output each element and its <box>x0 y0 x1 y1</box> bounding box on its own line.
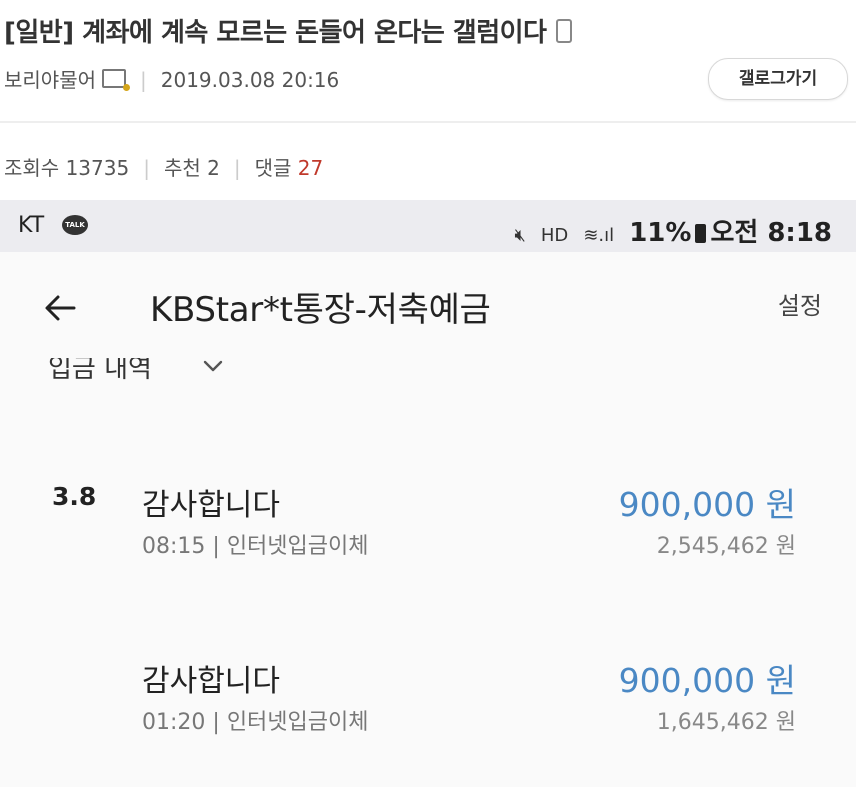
battery-percent: 11% <box>629 218 692 248</box>
comments-count[interactable]: 27 <box>298 156 323 180</box>
hd-icon: HD <box>540 225 569 246</box>
transaction-date: 3.8 <box>52 482 97 511</box>
transaction-type: 인터넷입금이체 <box>226 710 369 735</box>
transaction-row[interactable]: 감사합니다 01:20 | 인터넷입금이체 900,000 원 1,645,46… <box>0 658 856 748</box>
header-divider <box>0 121 856 123</box>
transaction-amount: 900,000 원 <box>618 661 796 700</box>
post-date: 2019.03.08 20:16 <box>160 68 340 92</box>
post-title[interactable]: [일반] 계좌에 계속 모르는 돈들어 온다는 갤럼이다 <box>4 12 573 49</box>
status-right-group: 🔇︎ HD ≋.ıl 11% 오전 8:18 <box>514 212 832 249</box>
carrier-label: KT <box>18 213 45 238</box>
post-header: [일반] 계좌에 계속 모르는 돈들어 온다는 갤럼이다 보리야물어 | 2019.… <box>0 0 856 122</box>
transaction-name: 감사합니다 <box>142 664 280 699</box>
comments-label[interactable]: 댓글 <box>255 156 292 180</box>
recommend-count: 2 <box>207 156 220 180</box>
transaction-name: 감사합니다 <box>142 488 280 523</box>
views-count: 13735 <box>65 156 130 180</box>
transaction-time: 01:20 <box>142 710 206 735</box>
transaction-balance: 2,545,462 원 <box>656 534 796 559</box>
transaction-type: 인터넷입금이체 <box>226 534 369 559</box>
deposit-filter[interactable]: 입금 내역 <box>48 358 348 388</box>
wifi-signal-icon: ≋.ıl <box>583 225 615 246</box>
transaction-balance: 1,645,462 원 <box>656 710 796 735</box>
status-bar: KT TALK 🔇︎ HD ≋.ıl 11% 오전 8:18 <box>0 200 856 252</box>
talk-icon: TALK <box>62 215 88 235</box>
transaction-row[interactable]: 3.8 감사합니다 08:15 | 인터넷입금이체 900,000 원 2,54… <box>0 482 856 572</box>
phone-screenshot: KT TALK 🔇︎ HD ≋.ıl 11% 오전 8:18 KBStar*t통장… <box>0 200 856 787</box>
author-name[interactable]: 보리야물어 <box>4 68 96 92</box>
stats-separator: | <box>143 156 150 180</box>
back-arrow-icon[interactable] <box>40 288 80 328</box>
mute-icon: 🔇︎ <box>514 225 526 246</box>
user-badge-icon <box>102 69 130 91</box>
post-stats: 조회수 13735 | 추천 2 | 댓글 27 <box>4 152 323 181</box>
meta-separator: | <box>140 68 147 92</box>
gallog-button[interactable]: 갤로그가기 <box>708 58 848 100</box>
post-title-text: [일반] 계좌에 계속 모르는 돈들어 온다는 갤럼이다 <box>4 18 547 48</box>
transaction-amount: 900,000 원 <box>618 485 796 524</box>
battery-icon <box>695 224 707 243</box>
stats-separator: | <box>233 156 241 180</box>
recommend-label: 추천 <box>163 156 201 180</box>
mobile-icon <box>556 19 573 43</box>
views-label: 조회수 <box>4 156 60 180</box>
transaction-time: 08:15 <box>142 534 206 559</box>
post-meta: 보리야물어 | 2019.03.08 20:16 <box>4 64 339 93</box>
chevron-down-icon <box>203 360 223 372</box>
account-title: KBStar*t통장-저축예금 <box>150 290 491 330</box>
settings-button[interactable]: 설정 <box>778 286 822 321</box>
filter-label: 입금 내역 <box>48 358 152 384</box>
transaction-detail: 01:20 | 인터넷입금이체 <box>142 710 369 735</box>
clock: 오전 8:18 <box>710 218 832 248</box>
transaction-detail: 08:15 | 인터넷입금이체 <box>142 534 369 559</box>
